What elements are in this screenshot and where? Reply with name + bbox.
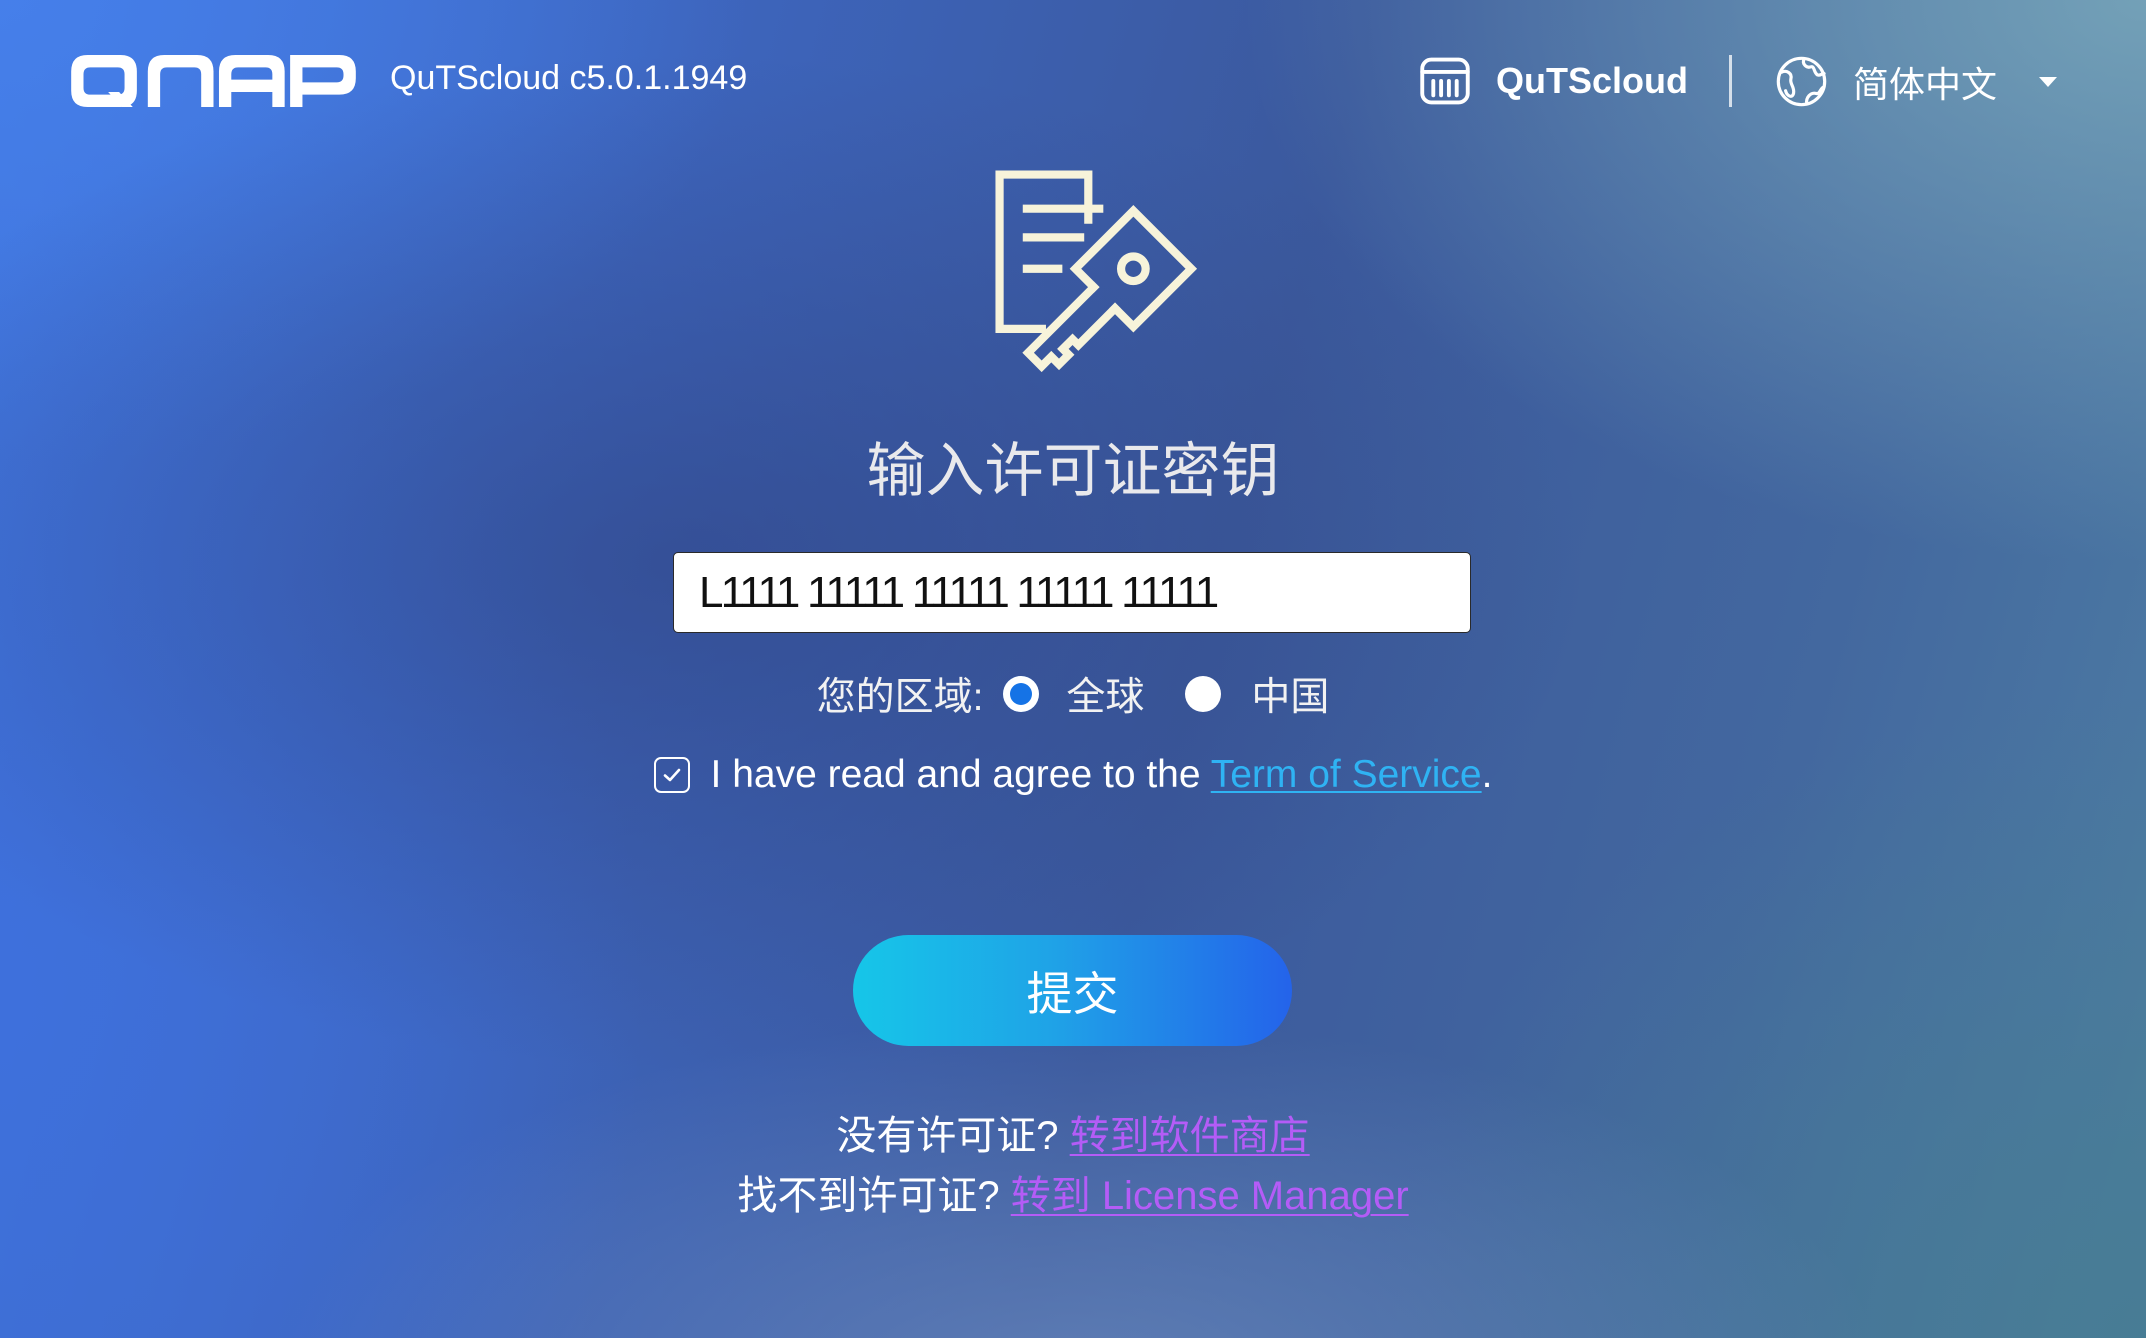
license-manager-link[interactable]: 转到 License Manager [1011, 1174, 1409, 1218]
product-name: QuTScloud [1496, 60, 1688, 101]
qnap-logo [71, 55, 356, 107]
agreement-text: I have read and agree to the [710, 753, 1201, 796]
region-global-radio[interactable] [1003, 676, 1040, 712]
no-license-row: 没有许可证? 转到软件商店 [0, 1107, 2146, 1158]
region-label: 您的区域: [816, 676, 984, 719]
no-license-text: 没有许可证? [836, 1114, 1059, 1158]
agree-checkbox[interactable] [653, 757, 690, 793]
region-china-radio[interactable] [1185, 676, 1222, 712]
license-not-found-row: 找不到许可证? 转到 License Manager [0, 1167, 2146, 1218]
agreement-suffix: . [1481, 753, 1493, 796]
region-china-label[interactable]: 中国 [1251, 666, 1329, 722]
checkmark-icon [663, 768, 680, 782]
nas-device-icon [1419, 55, 1471, 107]
license-not-found-text: 找不到许可证? [737, 1174, 1000, 1218]
language-label: 简体中文 [1853, 63, 1998, 105]
terms-agreement: I have read and agree to the Term of Ser… [0, 745, 2146, 805]
header-divider [1729, 55, 1732, 107]
language-selector[interactable]: 简体中文 [1775, 55, 2058, 108]
submit-button[interactable]: 提交 [853, 935, 1292, 1046]
terms-of-service-link[interactable]: Term of Service [1211, 753, 1482, 796]
software-store-link[interactable]: 转到软件商店 [1070, 1114, 1310, 1158]
globe-icon [1775, 55, 1828, 108]
license-key-icon [990, 165, 1203, 378]
product-link[interactable]: QuTScloud [1419, 55, 1688, 107]
region-global-label[interactable]: 全球 [1066, 666, 1144, 722]
caret-down-icon [2039, 76, 2058, 87]
page-title: 输入许可证密钥 [866, 437, 1280, 504]
firmware-version: QuTScloud c5.0.1.1949 [390, 59, 748, 97]
region-selector: 您的区域: 全球 中国 [0, 664, 2146, 724]
license-key-input[interactable] [673, 552, 1471, 633]
